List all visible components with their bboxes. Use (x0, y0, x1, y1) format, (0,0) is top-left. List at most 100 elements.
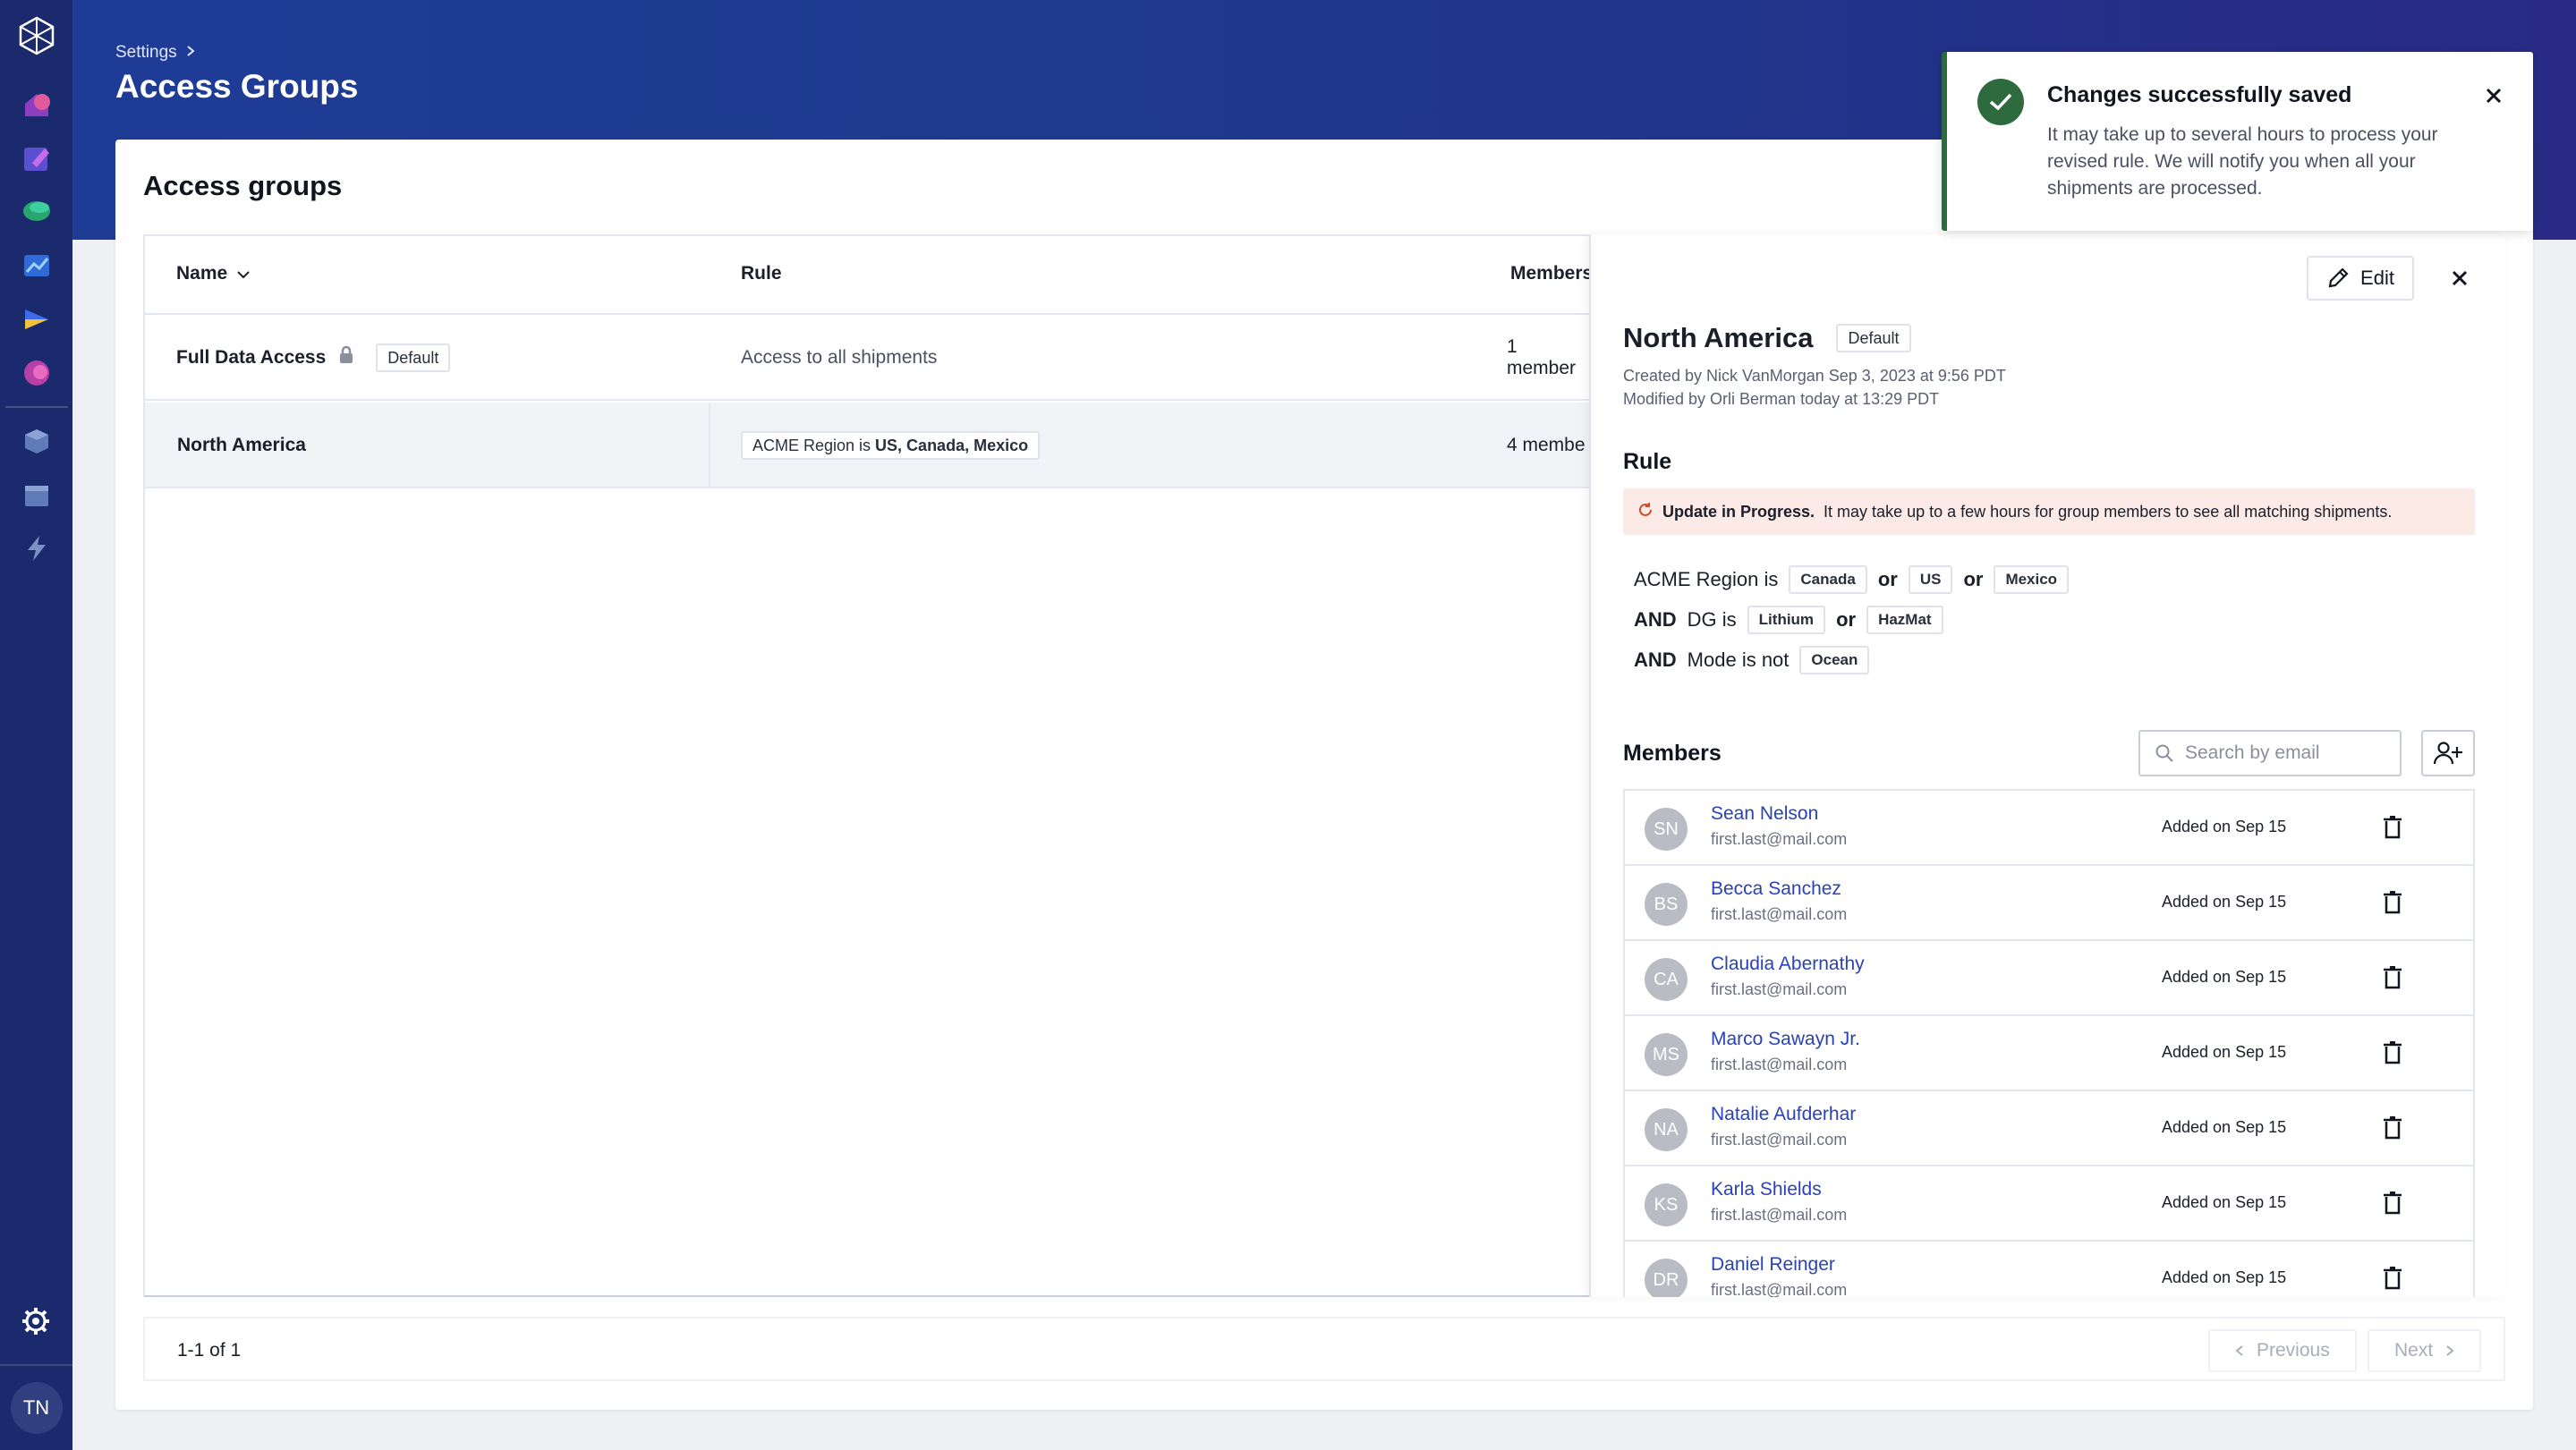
member-avatar: NA (1645, 1108, 1688, 1151)
update-alert: Update in Progress. It may take up to a … (1623, 488, 2475, 535)
next-button[interactable]: Next (2368, 1329, 2482, 1372)
rule-label: ACME Region is (1634, 568, 1779, 590)
modified-meta: Modified by Orli Berman today at 13:29 P… (1623, 390, 1940, 408)
member-row: MS Marco Sawayn Jr. first.last@mail.com … (1625, 1016, 2473, 1091)
panel-title: North America Default (1623, 322, 1911, 354)
member-name-link[interactable]: Sean Nelson (1711, 803, 1818, 825)
member-email: first.last@mail.com (1711, 1206, 1848, 1224)
nav-edit-icon[interactable] (20, 141, 54, 175)
trash-icon[interactable] (2376, 961, 2409, 995)
trash-icon[interactable] (2376, 1036, 2409, 1070)
previous-button[interactable]: Previous (2208, 1329, 2357, 1372)
previous-label: Previous (2257, 1340, 2330, 1361)
rule-value-chip: Lithium (1747, 606, 1826, 634)
nav-analytics-icon[interactable] (20, 249, 54, 283)
alert-text: It may take up to a few hours for group … (1824, 502, 2393, 521)
members-list: SN Sean Nelson first.last@mail.com Added… (1623, 789, 2475, 1297)
rule-cell: Access to all shipments (741, 347, 938, 368)
sidebar-nav: TN (0, 0, 72, 1450)
rule-value-chip: Canada (1789, 565, 1867, 594)
member-name-link[interactable]: Natalie Aufderhar (1711, 1104, 1856, 1125)
rule-value-chip: US (1908, 565, 1953, 594)
pencil-icon (2328, 267, 2349, 288)
rule-heading: Rule (1623, 449, 1672, 474)
rule-line-mode: AND Mode is not Ocean (1634, 646, 1870, 674)
column-header-members: Members (1510, 263, 1594, 284)
close-toast-icon[interactable] (2480, 82, 2507, 109)
chevron-down-icon (236, 263, 251, 284)
member-added-date: Added on Sep 15 (2162, 893, 2287, 911)
member-row: BS Becca Sanchez first.last@mail.com Add… (1625, 866, 2473, 941)
settings-gear-icon[interactable] (19, 1304, 53, 1338)
member-added-date: Added on Sep 15 (2162, 968, 2287, 986)
member-name-link[interactable]: Becca Sanchez (1711, 878, 1841, 900)
nav-chat-icon[interactable] (20, 195, 54, 229)
search-placeholder: Search by email (2185, 742, 2320, 763)
chevron-right-icon (2446, 1345, 2454, 1356)
rule-line-dg: AND DG is Lithium or HazMat (1634, 606, 1943, 634)
rule-or: or (1877, 568, 1898, 590)
rule-and: AND (1634, 649, 1677, 671)
close-panel-icon[interactable] (2446, 265, 2473, 292)
member-row: DR Daniel Reinger first.last@mail.com Ad… (1625, 1242, 2473, 1297)
table-row[interactable]: Full Data Access Default Access to all s… (145, 315, 1591, 401)
nav-home-icon[interactable] (20, 88, 54, 122)
user-menu: TN (0, 1364, 72, 1450)
toast-message: It may take up to several hours to proce… (2047, 124, 2438, 199)
member-email: first.last@mail.com (1711, 980, 1848, 998)
next-label: Next (2394, 1340, 2434, 1361)
toast-title: Changes successfully saved (2047, 82, 2352, 107)
rule-label: Mode is not (1687, 649, 1790, 671)
member-search-input[interactable]: Search by email (2138, 730, 2402, 776)
member-added-date: Added on Sep 15 (2162, 818, 2287, 835)
group-name-cell: Full Data Access Default (176, 315, 451, 401)
chevron-right-icon (186, 43, 195, 63)
trash-icon[interactable] (2376, 1186, 2409, 1220)
check-circle-icon (1977, 79, 2024, 125)
nav-box-icon[interactable] (20, 424, 54, 458)
rule-chip: ACME Region is US, Canada, Mexico (741, 431, 1041, 460)
trash-icon[interactable] (2376, 1261, 2409, 1295)
rule-chip-values: US, Canada, Mexico (875, 436, 1029, 454)
nav-lightning-icon[interactable] (20, 531, 54, 565)
trash-icon[interactable] (2376, 810, 2409, 844)
member-name-link[interactable]: Daniel Reinger (1711, 1254, 1835, 1276)
add-member-button[interactable] (2421, 730, 2475, 776)
members-heading: Members (1623, 741, 1722, 766)
member-name-link[interactable]: Marco Sawayn Jr. (1711, 1029, 1860, 1050)
breadcrumb-settings-link[interactable]: Settings (115, 43, 177, 63)
member-added-date: Added on Sep 15 (2162, 1268, 2287, 1286)
nav-reports-icon[interactable] (20, 356, 54, 390)
member-row: SN Sean Nelson first.last@mail.com Added… (1625, 791, 2473, 866)
lock-icon (338, 345, 354, 370)
refresh-icon (1637, 502, 1654, 522)
member-avatar: MS (1645, 1033, 1688, 1076)
rule-value-chip: Ocean (1799, 646, 1870, 674)
user-avatar[interactable]: TN (10, 1382, 63, 1434)
member-name-link[interactable]: Claudia Abernathy (1711, 954, 1865, 975)
pagination-range: 1-1 of 1 (177, 1340, 242, 1361)
table-row-selected[interactable]: North America ACME Region is US, Canada,… (145, 403, 1591, 488)
member-avatar: SN (1645, 808, 1688, 851)
member-row: KS Karla Shields first.last@mail.com Add… (1625, 1166, 2473, 1242)
breadcrumb: Settings (115, 43, 195, 63)
page-title: Access Groups (115, 68, 359, 105)
rule-chip-prefix: ACME Region is (752, 436, 871, 454)
nav-calendar-icon[interactable] (20, 478, 54, 512)
card-title: Access groups (143, 170, 343, 201)
edit-button[interactable]: Edit (2307, 256, 2414, 301)
nav-flag-icon[interactable] (20, 302, 54, 336)
column-header-name[interactable]: Name (176, 263, 251, 284)
rule-or: or (1963, 568, 1984, 590)
member-email: first.last@mail.com (1711, 905, 1848, 923)
alert-title: Update in Progress. (1662, 502, 1815, 521)
trash-icon[interactable] (2376, 1111, 2409, 1145)
app-logo-icon[interactable] (17, 16, 56, 55)
member-name-link[interactable]: Karla Shields (1711, 1179, 1822, 1200)
column-header-rule: Rule (741, 263, 782, 284)
chevron-left-icon (2235, 1345, 2243, 1356)
trash-icon[interactable] (2376, 886, 2409, 920)
member-row: CA Claudia Abernathy first.last@mail.com… (1625, 941, 2473, 1016)
edit-label: Edit (2360, 267, 2394, 289)
default-badge: Default (1836, 324, 1911, 352)
